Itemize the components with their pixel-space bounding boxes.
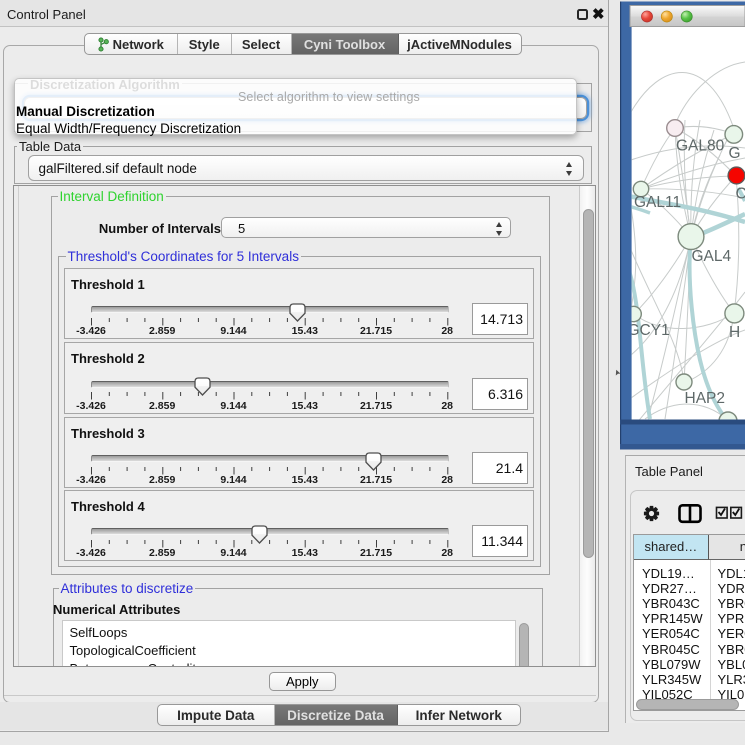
svg-text:GAL4: GAL4 bbox=[692, 248, 732, 265]
svg-text:GAL11: GAL11 bbox=[634, 194, 681, 211]
svg-text:C: C bbox=[736, 186, 745, 203]
svg-text:H: H bbox=[729, 324, 740, 341]
svg-text:GAL80: GAL80 bbox=[676, 138, 725, 155]
svg-text:GCY1: GCY1 bbox=[628, 322, 670, 339]
svg-text:HAP2: HAP2 bbox=[685, 390, 726, 407]
svg-text:G: G bbox=[729, 145, 741, 162]
